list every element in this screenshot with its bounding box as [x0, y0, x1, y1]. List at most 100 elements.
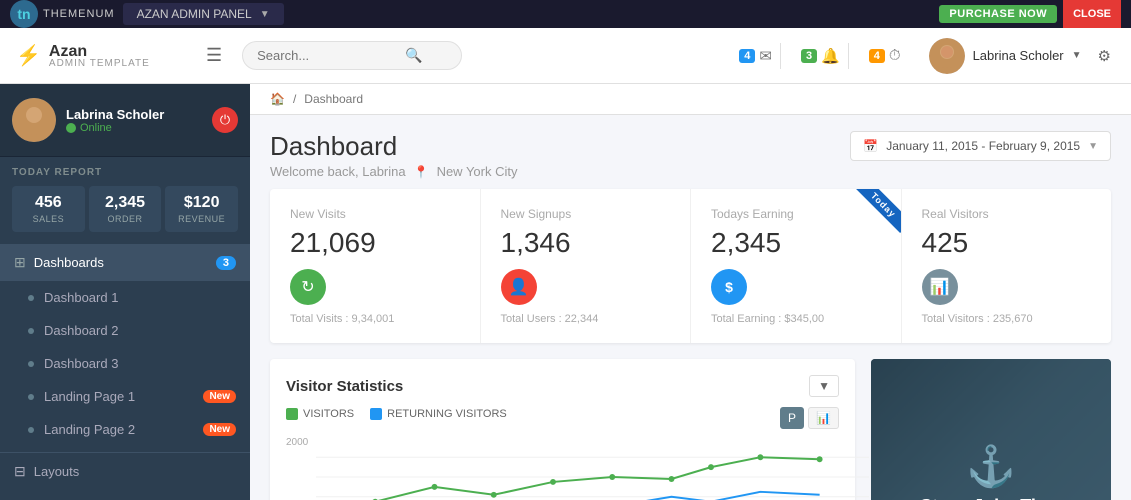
search-input[interactable]: [257, 48, 397, 63]
layout: Labrina Scholer Online ⏻ TODAY REPORT 45…: [0, 84, 1131, 500]
sidebar-item-dashboard3[interactable]: Dashboard 3: [0, 347, 250, 380]
chart-title-plain: Visitor: [286, 378, 332, 395]
sidebar-dot: [28, 394, 34, 400]
chart-y-axis: 2000: [286, 437, 308, 448]
report-stats: 456 SALES 2,345 ORDER $120 REVENUE: [12, 186, 238, 232]
sidebar-item-landing2[interactable]: Landing Page 2 New: [0, 413, 250, 446]
sidebar-item-text: Landing Page 2: [44, 422, 203, 437]
dashboard-subtitle-text: Welcome back, Labrina: [270, 164, 406, 179]
notif-badge-count: 3: [801, 49, 817, 63]
user-dropdown-arrow[interactable]: ▼: [1072, 50, 1082, 61]
today-report: TODAY REPORT 456 SALES 2,345 ORDER $120 …: [0, 157, 250, 238]
content-area: 🏠 / Dashboard Dashboard Welcome back, La…: [250, 84, 1131, 500]
real-visitors-icon: 📊: [922, 269, 958, 305]
stat-card-new-visits: New Visits 21,069 ↻ Total Visits : 9,34,…: [270, 189, 481, 343]
breadcrumb: 🏠 / Dashboard: [250, 84, 1131, 115]
visits-icon: ↻: [290, 269, 326, 305]
legend-color-visitors: [286, 408, 298, 420]
bell-icon[interactable]: 🔔: [821, 47, 840, 65]
sidebar-layouts-item[interactable]: ⊟ Layouts: [0, 452, 250, 490]
today-ribbon: Today: [855, 189, 900, 233]
chart-title-bold: Statistics: [337, 378, 404, 395]
dashboards-icon: ⊞: [14, 254, 26, 271]
email-icon[interactable]: ✉: [759, 47, 772, 65]
stats-cards-row: New Visits 21,069 ↻ Total Visits : 9,34,…: [270, 189, 1111, 343]
stat-footer-earning: Total Earning : $345,00: [711, 313, 881, 325]
online-indicator: [66, 123, 76, 133]
search-icon: 🔍: [405, 47, 422, 64]
sidebar-section-header-dashboards[interactable]: ⊞ Dashboards 3: [0, 244, 250, 281]
navbar: ⚡ Azan ADMIN TEMPLATE ☰ 🔍 4 ✉ 3 🔔 4 ⏱: [0, 28, 1131, 84]
brand-logo: ⚡ Azan ADMIN TEMPLATE: [16, 43, 186, 69]
breadcrumb-separator: /: [293, 92, 296, 106]
topbar-title: AZAN ADMIN PANEL ▼: [123, 3, 284, 25]
bolt-icon: ⚡: [16, 43, 41, 68]
order-label: ORDER: [93, 214, 158, 224]
date-range-picker[interactable]: 📅 January 11, 2015 - February 9, 2015 ▼: [850, 131, 1111, 161]
power-button[interactable]: ⏻: [212, 107, 238, 133]
chart-area: 2000: [286, 437, 839, 500]
email-badge-count: 4: [739, 49, 755, 63]
chart-btn-bar[interactable]: 📊: [808, 407, 839, 429]
sales-label: SALES: [16, 214, 81, 224]
sidebar-user: Labrina Scholer Online ⏻: [0, 84, 250, 157]
chart-header: Visitor Statistics ▼: [286, 375, 839, 397]
nav-badges: 4 ✉ 3 🔔 4 ⏱ Labrina Scholer ▼ ⚙: [731, 38, 1115, 74]
topbar-left: tn THEMENUM AZAN ADMIN PANEL ▼: [10, 0, 284, 28]
brand-name: THEMENUM: [43, 8, 115, 20]
stat-value-signups: 1,346: [501, 227, 671, 259]
anchor-icon: ⚓: [887, 443, 1095, 490]
chart-dropdown-button[interactable]: ▼: [809, 375, 839, 397]
order-num: 2,345: [93, 194, 158, 212]
timer-icon[interactable]: ⏱: [889, 47, 901, 64]
topbar-dropdown-arrow[interactable]: ▼: [260, 9, 270, 20]
revenue-stat: $120 REVENUE: [165, 186, 238, 232]
calendar-icon: 📅: [863, 139, 878, 153]
settings-button[interactable]: ⚙: [1094, 43, 1115, 69]
sidebar-username: Labrina Scholer: [66, 107, 164, 122]
sidebar-item-text: Dashboard 3: [44, 356, 236, 371]
sidebar: Labrina Scholer Online ⏻ TODAY REPORT 45…: [0, 84, 250, 500]
sidebar-item-dashboard1[interactable]: Dashboard 1: [0, 281, 250, 314]
sidebar-dot: [28, 427, 34, 433]
earning-icon: $: [711, 269, 747, 305]
badge-group-notifications: 3 🔔: [793, 43, 849, 69]
signups-icon: 👤: [501, 269, 537, 305]
topbar-title-text: AZAN ADMIN PANEL: [137, 7, 252, 21]
today-report-label: TODAY REPORT: [12, 167, 238, 178]
sidebar-status: Online: [66, 122, 164, 134]
visitor-chart: Visitor Statistics ▼ VISITORS RETURNING …: [270, 359, 855, 500]
revenue-label: REVENUE: [169, 214, 234, 224]
sidebar-status-text: Online: [80, 122, 112, 134]
breadcrumb-home-icon[interactable]: 🏠: [270, 92, 285, 106]
chart-svg: [316, 437, 869, 500]
chart-legend-row: VISITORS RETURNING VISITORS P 📊: [286, 407, 839, 429]
purchase-button[interactable]: PURCHASE NOW: [939, 5, 1057, 23]
dashboard-header: Dashboard Welcome back, Labrina 📍 New Yo…: [250, 115, 1131, 189]
breadcrumb-current: Dashboard: [304, 92, 363, 106]
promo-text: Steve Jobs Time: [887, 496, 1095, 500]
stat-card-real-visitors: Real Visitors 425 📊 Total Visitors : 235…: [902, 189, 1112, 343]
sidebar-avatar: [12, 98, 56, 142]
brand-name: Azan: [49, 43, 87, 60]
today-ribbon-wrap: Today: [849, 189, 901, 241]
sidebar-item-dashboard2[interactable]: Dashboard 2: [0, 314, 250, 347]
sidebar-section-dashboards: ⊞ Dashboards 3 Dashboard 1 Dashboard 2 D…: [0, 238, 250, 452]
timer-badge-count: 4: [869, 49, 885, 63]
stat-label-visits: New Visits: [290, 207, 460, 221]
layouts-icon: ⊟: [14, 463, 26, 480]
topbar: tn THEMENUM AZAN ADMIN PANEL ▼ PURCHASE …: [0, 0, 1131, 28]
dashboard-location: New York City: [437, 164, 518, 179]
legend-color-returning: [370, 408, 382, 420]
logo-icon: tn: [10, 0, 38, 28]
promo-text-plain: Steve Jobs: [920, 496, 1015, 500]
menu-toggle-button[interactable]: ☰: [202, 41, 226, 70]
promo-card: ⚓ Steve Jobs Time: [871, 359, 1111, 500]
stat-card-signups: New Signups 1,346 👤 Total Users : 22,344: [481, 189, 692, 343]
sidebar-item-landing1[interactable]: Landing Page 1 New: [0, 380, 250, 413]
close-button[interactable]: CLOSE: [1063, 0, 1121, 28]
sidebar-dot: [28, 295, 34, 301]
chart-btn-line[interactable]: P: [780, 407, 804, 429]
sidebar-dot: [28, 328, 34, 334]
brand-info: Azan ADMIN TEMPLATE: [49, 43, 150, 69]
